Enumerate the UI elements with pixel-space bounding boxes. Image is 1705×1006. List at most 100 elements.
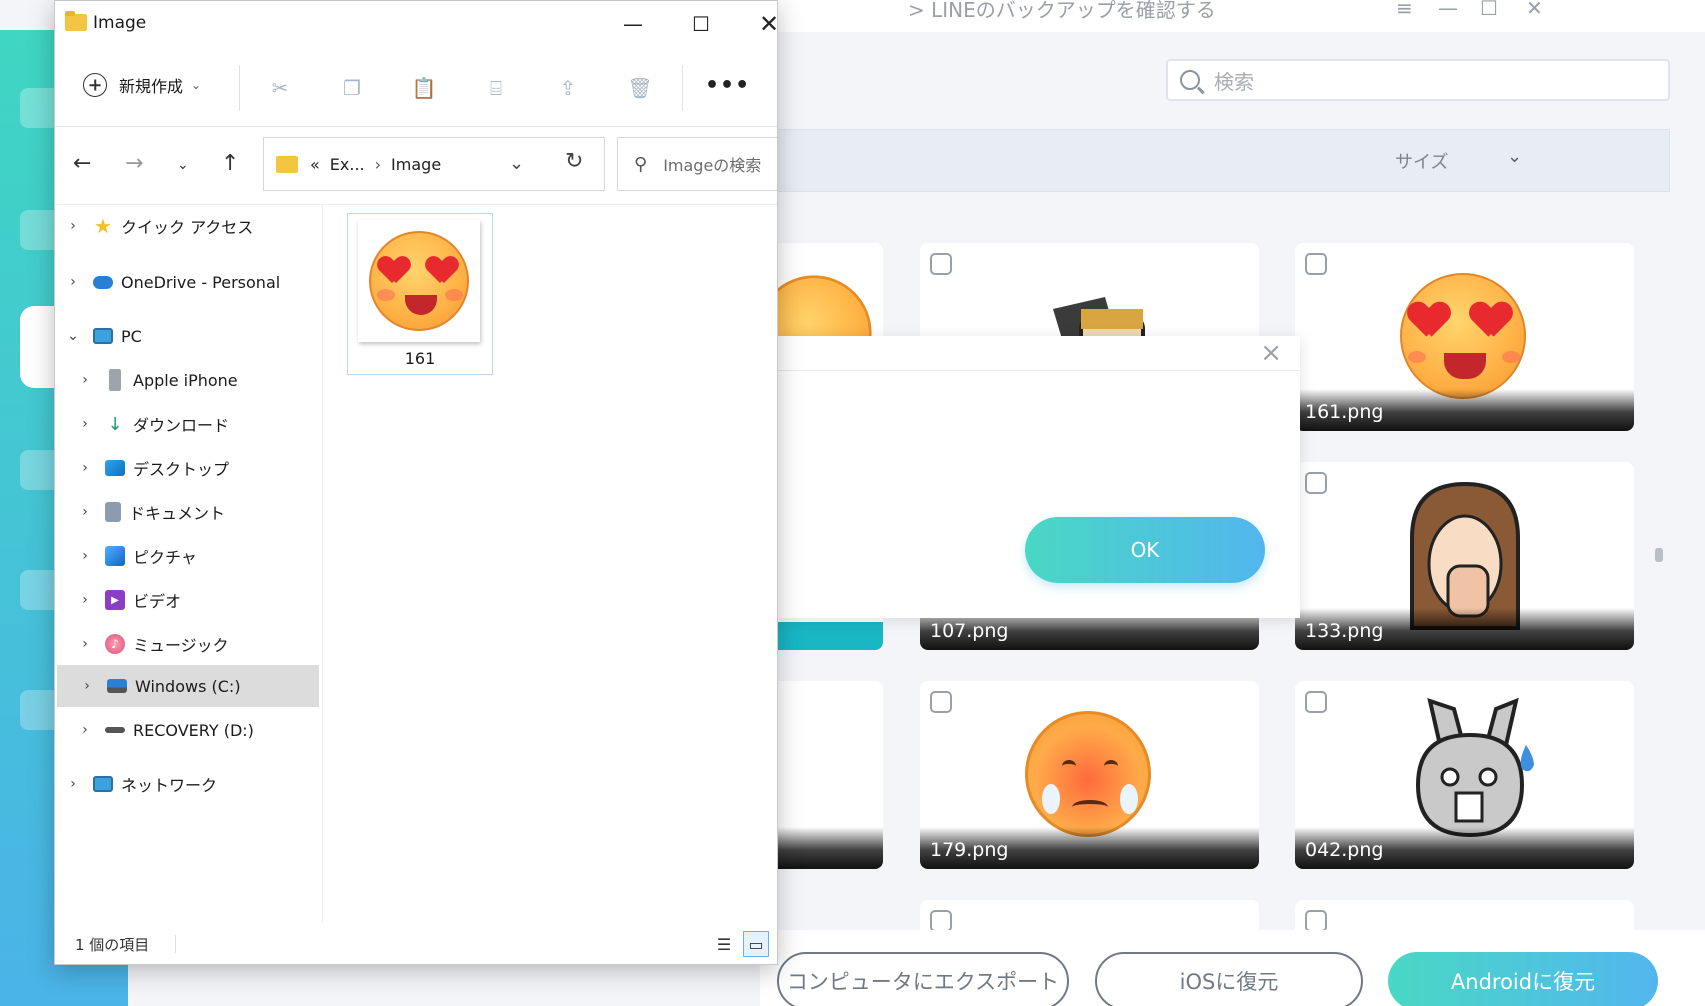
card-checkbox[interactable] xyxy=(1305,691,1327,713)
toolbar-divider xyxy=(239,65,240,111)
chevron-right-icon[interactable]: › xyxy=(81,678,93,694)
chevron-right-icon[interactable]: › xyxy=(67,274,79,290)
nav-item-onedrive[interactable]: › OneDrive - Personal xyxy=(55,261,321,303)
chevron-right-icon[interactable]: › xyxy=(79,722,91,738)
card-checkbox[interactable] xyxy=(930,253,952,275)
app-title: > LINEのバックアップを確認する xyxy=(908,0,1216,22)
monitor-icon xyxy=(93,328,113,344)
new-button-label: 新規作成 xyxy=(119,77,184,96)
explorer-search-input[interactable]: ⚲ Imageの検索 xyxy=(617,137,777,191)
image-card[interactable]: 042.png xyxy=(1295,681,1634,869)
nav-item-network[interactable]: › ネットワーク xyxy=(55,763,321,805)
details-view-icon[interactable]: ☰ xyxy=(711,931,737,957)
address-parent[interactable]: Ex... xyxy=(330,155,365,174)
nav-item-label: ビデオ xyxy=(133,592,182,611)
address-dropdown-icon[interactable]: ⌄ xyxy=(509,153,524,174)
restore-to-android-button[interactable]: Androidに復元 xyxy=(1388,952,1658,1006)
maximize-icon[interactable]: ☐ xyxy=(1480,0,1498,20)
nav-item-iphone[interactable]: › Apple iPhone xyxy=(55,359,321,401)
back-icon[interactable]: ← xyxy=(73,151,91,176)
card-checkbox[interactable] xyxy=(1305,253,1327,275)
picture-icon xyxy=(105,546,125,566)
share-icon[interactable]: ⇪ xyxy=(555,75,581,101)
card-checkbox[interactable] xyxy=(930,910,952,932)
chevron-right-icon[interactable]: › xyxy=(79,592,91,608)
up-icon[interactable]: ↑ xyxy=(221,151,239,176)
chevron-right-icon[interactable]: › xyxy=(79,372,91,388)
dialog-divider xyxy=(778,370,1300,371)
file-list-pane: 161 xyxy=(323,205,777,923)
size-sort-label[interactable]: サイズ xyxy=(1395,148,1448,174)
address-current[interactable]: Image xyxy=(391,155,441,174)
nav-item-label: デスクトップ xyxy=(133,460,230,479)
cut-icon[interactable]: ✂ xyxy=(267,75,293,101)
document-icon xyxy=(105,502,121,522)
nav-item-windows-c[interactable]: › Windows (C:) xyxy=(57,665,319,707)
chevron-down-icon: ⌄ xyxy=(191,78,202,92)
address-overflow[interactable]: « xyxy=(310,155,320,174)
card-checkbox[interactable] xyxy=(1305,472,1327,494)
nav-item-quick-access[interactable]: › ★ クイック アクセス xyxy=(55,205,321,247)
restore-to-ios-button[interactable]: iOSに復元 xyxy=(1095,952,1363,1006)
nav-item-downloads[interactable]: › ↓ ダウンロード xyxy=(55,403,321,445)
heart-eyes-emoji-image xyxy=(1399,273,1526,399)
file-name-label: 161 xyxy=(404,349,436,368)
close-icon[interactable]: ✕ xyxy=(745,7,793,41)
rename-icon[interactable]: ⌸ xyxy=(483,75,509,101)
chevron-right-icon[interactable]: › xyxy=(79,504,91,520)
paste-icon[interactable]: 📋 xyxy=(411,75,437,101)
export-to-computer-button[interactable]: コンピュータにエクスポート xyxy=(777,952,1069,1006)
menu-icon[interactable]: ≡ xyxy=(1396,0,1413,20)
chevron-right-icon[interactable]: › xyxy=(79,460,91,476)
nav-item-pictures[interactable]: › ピクチャ xyxy=(55,535,321,577)
card-checkbox[interactable] xyxy=(930,691,952,713)
chevron-right-icon[interactable]: › xyxy=(79,636,91,652)
card-filename: 133.png xyxy=(1305,620,1384,642)
message-dialog: × OK xyxy=(778,336,1300,618)
music-icon: ♪ xyxy=(105,634,125,654)
copy-icon[interactable]: ❐ xyxy=(339,75,365,101)
nav-item-videos[interactable]: › ▶ ビデオ xyxy=(55,579,321,621)
more-options-icon[interactable]: ••• xyxy=(705,73,750,98)
chevron-down-icon[interactable]: ⌄ xyxy=(67,328,79,344)
nav-item-label: Windows (C:) xyxy=(135,676,241,696)
maximize-icon[interactable]: ☐ xyxy=(677,7,725,41)
folder-icon xyxy=(65,11,87,31)
download-icon: ↓ xyxy=(107,413,123,435)
nav-item-desktop[interactable]: › デスクトップ xyxy=(55,447,321,489)
recent-chevron-icon[interactable]: ⌄ xyxy=(177,157,189,173)
forward-icon[interactable]: → xyxy=(125,151,143,176)
minimize-icon[interactable]: — xyxy=(1438,0,1458,20)
crying-emoji-image xyxy=(1024,711,1151,837)
refresh-icon[interactable]: ↻ xyxy=(565,149,583,174)
nav-item-recovery-d[interactable]: › RECOVERY (D:) xyxy=(55,709,321,751)
dialog-close-icon[interactable]: × xyxy=(1260,338,1282,368)
nav-item-label: ミュージック xyxy=(133,636,229,655)
chevron-right-icon[interactable]: › xyxy=(79,548,91,564)
explorer-command-bar: 新規作成 ⌄ ✂ ❐ 📋 ⌸ ⇪ 🗑 ••• xyxy=(55,47,777,127)
image-card[interactable]: 133.png xyxy=(1295,462,1634,650)
breadcrumb-separator-icon: › xyxy=(374,154,382,174)
large-icons-view-icon[interactable]: ▭ xyxy=(743,931,769,957)
network-icon xyxy=(93,776,113,792)
nav-item-label: PC xyxy=(121,326,142,346)
new-button[interactable]: 新規作成 ⌄ xyxy=(83,73,201,97)
nav-item-pc[interactable]: ⌄ PC xyxy=(55,315,321,357)
close-icon[interactable]: ✕ xyxy=(1526,0,1543,20)
ok-button[interactable]: OK xyxy=(1025,517,1265,583)
app-search-input[interactable]: 検索 xyxy=(1166,59,1670,101)
card-checkbox[interactable] xyxy=(1305,910,1327,932)
file-item[interactable]: 161 xyxy=(347,213,493,375)
nav-item-documents[interactable]: › ドキュメント xyxy=(55,491,321,533)
chevron-right-icon[interactable]: › xyxy=(67,218,79,234)
scrollbar-thumb[interactable] xyxy=(1655,548,1663,562)
chevron-right-icon[interactable]: › xyxy=(67,776,79,792)
image-card[interactable]: 161.png xyxy=(1295,243,1634,431)
chevron-down-icon[interactable]: ⌄ xyxy=(1507,146,1522,167)
image-card[interactable]: 179.png xyxy=(920,681,1259,869)
delete-icon[interactable]: 🗑 xyxy=(627,75,653,101)
minimize-icon[interactable]: — xyxy=(609,7,657,41)
chevron-right-icon[interactable]: › xyxy=(79,416,91,432)
address-box[interactable]: « Ex... › Image xyxy=(263,137,605,191)
nav-item-music[interactable]: › ♪ ミュージック xyxy=(55,623,321,665)
